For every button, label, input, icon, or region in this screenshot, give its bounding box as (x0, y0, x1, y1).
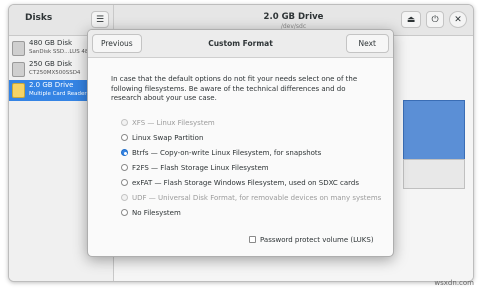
disk-name: 480 GB Disk (29, 39, 73, 47)
option-label: XFS — Linux Filesystem (132, 119, 215, 127)
disk-model: SanDisk SSD...LUS 48 (29, 49, 89, 55)
disk-name: 250 GB Disk (29, 60, 73, 68)
close-icon: ✕ (454, 15, 462, 25)
option-label: F2FS — Flash Storage Linux Filesystem (132, 164, 269, 172)
power-icon: ⏻ (431, 15, 439, 25)
close-button[interactable]: ✕ (449, 11, 467, 28)
radio-button (121, 194, 128, 201)
radio-button (121, 119, 128, 126)
dialog-header: Previous Custom Format Next (88, 30, 393, 58)
option-label: No Filesystem (132, 209, 181, 217)
password-protect-label: Password protect volume (LUKS) (260, 236, 374, 244)
eject-icon: ⏏ (406, 15, 416, 25)
option-label: Btrfs — Copy-on-write Linux Filesystem, … (132, 149, 322, 157)
radio-button (121, 164, 128, 171)
hamburger-menu-icon: ☰ (95, 15, 105, 25)
radio-button (121, 179, 128, 186)
app-title: Disks (25, 13, 53, 23)
option-label: UDF — Universal Disk Format, for removab… (132, 194, 382, 202)
radio-button-selected (121, 149, 128, 156)
option-swap[interactable]: Linux Swap Partition (121, 133, 203, 144)
option-udf[interactable]: UDF — Universal Disk Format, for removab… (121, 193, 381, 204)
password-protect-checkbox-row[interactable]: Password protect volume (LUKS) (249, 235, 374, 246)
option-f2fs[interactable]: F2FS — Flash Storage Linux Filesystem (121, 163, 269, 174)
eject-button[interactable]: ⏏ (401, 11, 421, 28)
option-xfs[interactable]: XFS — Linux Filesystem (121, 118, 215, 129)
custom-format-dialog: Previous Custom Format Next In case that… (87, 29, 394, 257)
option-exfat[interactable]: exFAT — Flash Storage Windows Filesystem… (121, 178, 359, 189)
power-button[interactable]: ⏻ (426, 11, 444, 28)
disk-model: Multiple Card Reader (29, 91, 87, 97)
disk-icon (12, 62, 25, 77)
password-protect-checkbox[interactable] (249, 236, 256, 243)
dialog-intro-text: In case that the default options do not … (111, 75, 358, 102)
option-label: Linux Swap Partition (132, 134, 204, 142)
watermark-text: wsxdn.com (434, 279, 474, 287)
disk-model: CT250MX500SSD4 (29, 70, 81, 76)
partition-block[interactable] (403, 100, 465, 160)
disk-name: 2.0 GB Drive (29, 81, 74, 89)
radio-button (121, 134, 128, 141)
free-space-block[interactable] (403, 159, 465, 189)
disk-icon (12, 41, 25, 56)
option-btrfs[interactable]: Btrfs — Copy-on-write Linux Filesystem, … (121, 148, 321, 159)
option-no-filesystem[interactable]: No Filesystem (121, 208, 181, 219)
option-label: exFAT — Flash Storage Windows Filesystem… (132, 179, 360, 187)
sd-card-icon (12, 83, 25, 98)
next-button[interactable]: Next (345, 34, 389, 53)
radio-button (121, 209, 128, 216)
menu-button[interactable]: ☰ (91, 11, 109, 28)
